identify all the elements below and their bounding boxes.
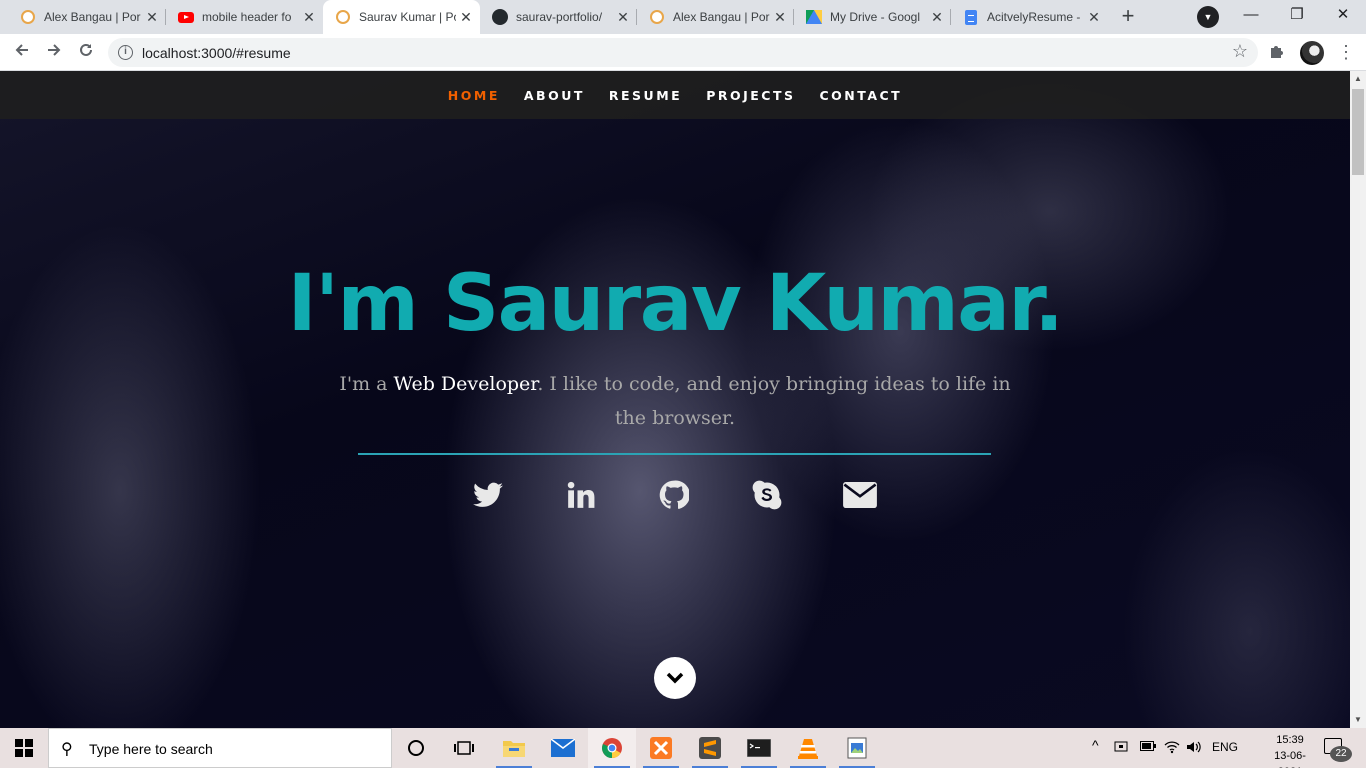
close-window-button[interactable]: ✕ [1320, 0, 1366, 34]
tab-title: My Drive - Googl [830, 10, 921, 24]
taskbar-search-box[interactable]: ⚲ Type here to search [48, 728, 392, 768]
twitter-icon[interactable] [470, 477, 506, 513]
portfolio-favicon-icon [20, 9, 36, 25]
reload-icon [80, 43, 92, 56]
photos-icon[interactable] [833, 728, 881, 768]
tab-title: Alex Bangau | Por [44, 10, 141, 24]
scroll-up-arrow-icon[interactable]: ▲ [1350, 71, 1366, 87]
task-view-icon[interactable] [440, 728, 488, 768]
tab-title: saurav-portfolio/ [516, 10, 603, 24]
close-tab-icon[interactable]: ✕ [1084, 9, 1104, 26]
new-tab-button[interactable]: + [1114, 4, 1142, 30]
start-button[interactable] [0, 728, 48, 768]
reload-button[interactable] [72, 38, 100, 66]
hero-title: I'm Saurav Kumar. [287, 259, 1064, 349]
bookmark-star-icon[interactable]: ☆ [1232, 41, 1248, 62]
browser-tab[interactable]: My Drive - Googl ✕ [794, 0, 951, 34]
forward-button[interactable] [40, 38, 68, 66]
mail-icon[interactable] [539, 728, 587, 768]
sublime-text-icon[interactable] [686, 728, 734, 768]
portfolio-favicon-icon [649, 9, 665, 25]
search-icon: ⚲ [61, 741, 73, 758]
browser-tab[interactable]: AcitvelyResume - ✕ [951, 0, 1108, 34]
tab-title: Alex Bangau | Por [673, 10, 770, 24]
portfolio-favicon-icon [335, 9, 351, 25]
windows-taskbar: ⚲ Type here to search ^ ENG 15:39 13-06-… [0, 728, 1366, 768]
url-text[interactable]: localhost:3000/#resume [142, 45, 291, 61]
nav-resume[interactable]: RESUME [609, 88, 682, 103]
extensions-puzzle-icon[interactable] [1268, 42, 1286, 65]
browser-tab-strip: Alex Bangau | Por ✕ mobile header fo ✕ S… [0, 0, 1366, 34]
browser-tab[interactable]: saurav-portfolio/ ✕ [480, 0, 637, 34]
forward-arrow-icon [48, 44, 61, 56]
clock-date: 13-06-2021 [1274, 750, 1306, 768]
nav-projects[interactable]: PROJECTS [706, 88, 795, 103]
browser-tab[interactable]: Alex Bangau | Por ✕ [8, 0, 166, 34]
scrollbar-thumb[interactable] [1352, 89, 1364, 175]
nav-about[interactable]: ABOUT [524, 88, 585, 103]
nav-home[interactable]: HOME [448, 88, 500, 103]
file-explorer-icon[interactable] [490, 728, 538, 768]
github-icon[interactable] [656, 477, 692, 513]
vlc-icon[interactable] [784, 728, 832, 768]
minimize-button[interactable]: — [1228, 0, 1274, 34]
network-adapter-icon[interactable] [1114, 740, 1130, 757]
address-bar[interactable]: i localhost:3000/#resume ☆ [108, 38, 1258, 67]
close-tab-icon[interactable]: ✕ [927, 9, 947, 26]
back-button[interactable] [8, 38, 36, 66]
page-viewport: HOME ABOUT RESUME PROJECTS CONTACT I'm S… [0, 71, 1350, 728]
nav-contact[interactable]: CONTACT [820, 88, 903, 103]
chrome-icon[interactable] [588, 728, 636, 768]
linkedin-icon[interactable] [563, 477, 599, 513]
scroll-down-arrow-icon[interactable]: ▼ [1350, 712, 1366, 728]
browser-tab[interactable]: mobile header fo ✕ [166, 0, 323, 34]
browser-menu-icon[interactable]: ⋮ [1336, 40, 1356, 64]
google-drive-icon [806, 9, 822, 25]
profile-avatar[interactable] [1300, 41, 1324, 65]
terminal-icon[interactable] [735, 728, 783, 768]
hero-subtitle-prefix: I'm a [339, 373, 394, 395]
battery-icon[interactable] [1140, 740, 1156, 754]
close-tab-icon[interactable]: ✕ [142, 9, 162, 26]
hero-subtitle-rest: . I like to code, and enjoy bringing ide… [537, 373, 1011, 429]
close-tab-icon[interactable]: ✕ [456, 9, 476, 26]
windows-logo-icon [15, 739, 33, 757]
close-tab-icon[interactable]: ✕ [770, 9, 790, 26]
tab-title: mobile header fo [202, 10, 292, 24]
volume-icon[interactable] [1186, 740, 1202, 757]
site-navigation: HOME ABOUT RESUME PROJECTS CONTACT [0, 71, 1350, 119]
hero-divider [358, 453, 991, 455]
clock-time: 15:39 [1276, 734, 1304, 746]
tab-title: Saurav Kumar | Po [359, 10, 456, 24]
email-icon[interactable] [842, 477, 878, 513]
cortana-icon[interactable] [392, 728, 440, 768]
restore-button[interactable]: ❐ [1274, 0, 1320, 34]
back-arrow-icon [15, 44, 28, 56]
hero-role: Web Developer [393, 373, 538, 395]
browser-toolbar: i localhost:3000/#resume ☆ ⋮ [0, 34, 1366, 71]
browser-tab-active[interactable]: Saurav Kumar | Po ✕ [323, 0, 480, 34]
language-indicator[interactable]: ENG [1212, 740, 1238, 754]
google-docs-icon [963, 9, 979, 25]
wifi-icon[interactable] [1164, 740, 1180, 757]
page-scrollbar[interactable]: ▲ ▼ [1350, 71, 1366, 728]
close-tab-icon[interactable]: ✕ [613, 9, 633, 26]
site-info-icon[interactable]: i [118, 45, 133, 60]
chevron-down-icon [666, 672, 684, 684]
skype-icon[interactable] [749, 477, 785, 513]
taskbar-search-placeholder: Type here to search [89, 741, 213, 757]
tab-search-icon[interactable]: ▼ [1197, 6, 1219, 28]
browser-tab[interactable]: Alex Bangau | Por ✕ [637, 0, 794, 34]
github-icon [492, 9, 508, 25]
show-hidden-icons-icon[interactable]: ^ [1092, 737, 1099, 753]
youtube-icon [178, 9, 194, 25]
hero-subtitle: I'm a Web Developer. I like to code, and… [325, 367, 1025, 435]
scroll-down-button[interactable] [654, 657, 696, 699]
xampp-icon[interactable] [637, 728, 685, 768]
notification-count-badge: 22 [1330, 746, 1352, 762]
close-tab-icon[interactable]: ✕ [299, 9, 319, 26]
tab-title: AcitvelyResume - [987, 10, 1081, 24]
system-clock[interactable]: 15:39 13-06-2021 [1262, 732, 1318, 768]
